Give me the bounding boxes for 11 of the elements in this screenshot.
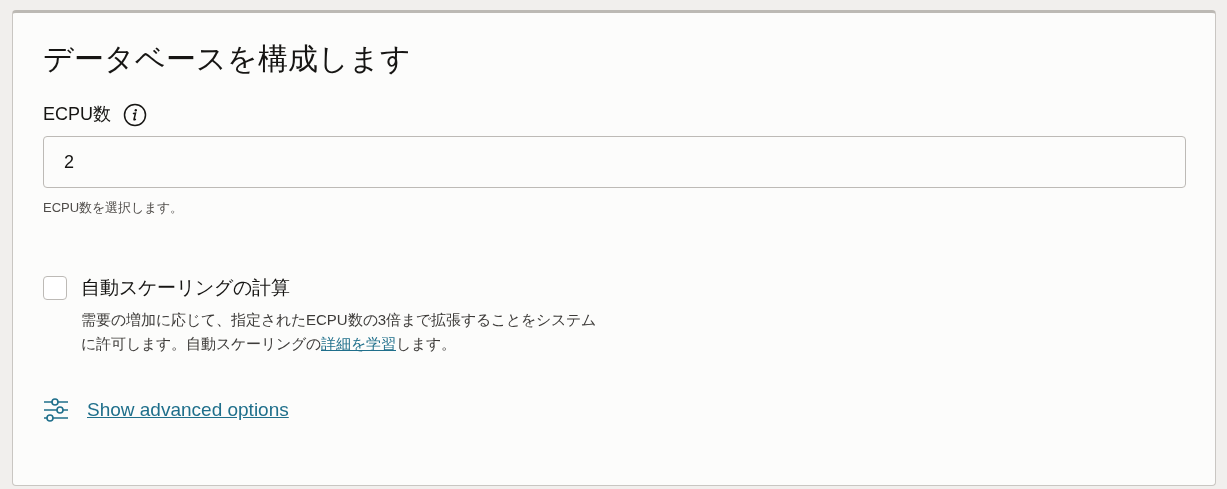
sliders-icon[interactable] xyxy=(43,396,69,423)
advanced-options-link[interactable]: Show advanced options xyxy=(87,395,289,424)
info-icon[interactable] xyxy=(123,102,147,127)
section-title: データベースを構成します xyxy=(43,41,412,77)
help-text: ECPU数を選択します。 xyxy=(43,199,185,217)
autoscaling-checkbox[interactable] xyxy=(43,275,67,300)
description-text: 需要の増加に応じて、指定されたECPU数の3倍まで拡張することをシステムに許可します。自動スケーリングの詳細を学習 します。 xyxy=(81,309,598,354)
checkbox-label: 自動スケーリングの計算 xyxy=(81,275,290,300)
learn-more-link[interactable]: 詳細を学習 xyxy=(321,334,396,352)
field-label: ECPU数 xyxy=(43,103,111,126)
ecpu-input-field[interactable]: 2 xyxy=(43,136,1186,188)
